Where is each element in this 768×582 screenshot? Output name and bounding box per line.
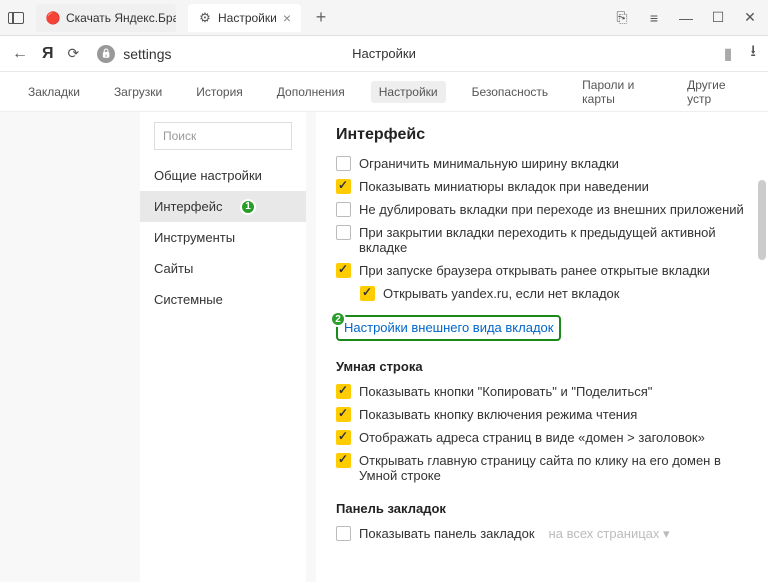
settings-favicon: [198, 11, 212, 25]
option-row: Ограничить минимальную ширину вкладки: [336, 156, 748, 171]
option-label: Ограничить минимальную ширину вкладки: [359, 156, 619, 171]
new-tab-button[interactable]: +: [309, 6, 333, 30]
option-row: Отображать адреса страниц в виде «домен …: [336, 430, 748, 445]
subsection-title: Умная строка: [336, 359, 748, 374]
tab-appearance-link[interactable]: Настройки внешнего вида вкладок: [344, 320, 553, 335]
tab-1[interactable]: 🔴 Скачать Яндекс.Браузер д: [36, 4, 176, 32]
subnav-bookmarks[interactable]: Закладки: [20, 81, 88, 103]
downloads-button[interactable]: ⭳: [750, 40, 756, 67]
option-row: Не дублировать вкладки при переходе из в…: [336, 202, 748, 217]
sidebar-item-tools[interactable]: Инструменты: [140, 222, 306, 253]
sidebar-item-sites[interactable]: Сайты: [140, 253, 306, 284]
window-close-button[interactable]: ✕: [740, 8, 760, 28]
option-row: Открывать yandex.ru, если нет вкладок: [360, 286, 748, 301]
section-title: Интерфейс: [336, 126, 748, 144]
bookmark-icon[interactable]: ▮: [724, 44, 733, 64]
checkbox[interactable]: [336, 179, 351, 194]
page-title: Настройки: [352, 46, 416, 61]
url-text: settings: [123, 46, 171, 62]
option-row: Показывать панель закладок на всех стран…: [336, 526, 748, 542]
checkbox[interactable]: [336, 263, 351, 278]
sidebar-item-system[interactable]: Системные: [140, 284, 306, 315]
window-minimize-button[interactable]: —: [676, 8, 696, 28]
scrollbar-thumb[interactable]: [758, 180, 766, 260]
url-input[interactable]: settings Настройки ▮: [93, 44, 736, 64]
option-label: Не дублировать вкладки при переходе из в…: [359, 202, 744, 217]
settings-sidebar: Поиск Общие настройки Интерфейс 1 Инстру…: [140, 112, 306, 582]
reload-button[interactable]: ⟳: [68, 45, 80, 62]
checkbox[interactable]: [336, 156, 351, 171]
option-row: При запуске браузера открывать ранее отк…: [336, 263, 748, 278]
option-label: При запуске браузера открывать ранее отк…: [359, 263, 710, 278]
tab-label: Настройки: [218, 11, 277, 25]
subnav-extensions[interactable]: Дополнения: [269, 81, 353, 103]
checkbox[interactable]: [336, 225, 351, 240]
sidebar-item-label: Интерфейс: [154, 199, 222, 214]
yandex-home-button[interactable]: Я: [42, 45, 54, 63]
annotation-badge-2: 2: [330, 311, 346, 327]
option-row: При закрытии вкладки переходить к предыд…: [336, 225, 748, 255]
option-label: Открывать главную страницу сайта по клик…: [359, 453, 748, 483]
lock-icon: [97, 45, 115, 63]
option-row: Показывать кнопку включения режима чтени…: [336, 407, 748, 422]
checkbox[interactable]: [360, 286, 375, 301]
subnav-other[interactable]: Другие устр: [679, 74, 748, 110]
option-row: Показывать миниатюры вкладок при наведен…: [336, 179, 748, 194]
option-label: Открывать yandex.ru, если нет вкладок: [383, 286, 619, 301]
back-button[interactable]: ←: [12, 45, 28, 63]
highlighted-link: 2 Настройки внешнего вида вкладок: [336, 315, 561, 341]
disabled-dropdown: на всех страницах ▾: [549, 526, 670, 542]
yandex-favicon: 🔴: [46, 11, 60, 25]
option-label: При закрытии вкладки переходить к предыд…: [359, 225, 748, 255]
checkbox[interactable]: [336, 384, 351, 399]
address-bar: ← Я ⟳ settings Настройки ▮ ⭳: [0, 36, 768, 72]
subnav-security[interactable]: Безопасность: [464, 81, 557, 103]
checkbox[interactable]: [336, 202, 351, 217]
option-row: Открывать главную страницу сайта по клик…: [336, 453, 748, 483]
panel-toggle-icon[interactable]: [8, 12, 24, 24]
subnav-downloads[interactable]: Загрузки: [106, 81, 170, 103]
checkbox[interactable]: [336, 430, 351, 445]
settings-main: Интерфейс Ограничить минимальную ширину …: [316, 112, 768, 582]
subnav-passwords[interactable]: Пароли и карты: [574, 74, 661, 110]
option-label: Показывать кнопку включения режима чтени…: [359, 407, 637, 422]
window-maximize-button[interactable]: ☐: [708, 8, 728, 28]
option-label: Показывать миниатюры вкладок при наведен…: [359, 179, 649, 194]
titlebar: 🔴 Скачать Яндекс.Браузер д Настройки × +…: [0, 0, 768, 36]
option-row: Показывать кнопки "Копировать" и "Подели…: [336, 384, 748, 399]
annotation-badge-1: 1: [240, 199, 256, 215]
settings-subnav: Закладки Загрузки История Дополнения Нас…: [0, 72, 768, 112]
subsection-title: Панель закладок: [336, 501, 748, 516]
checkbox[interactable]: [336, 407, 351, 422]
checkbox[interactable]: [336, 453, 351, 468]
subnav-history[interactable]: История: [188, 81, 251, 103]
menu-icon[interactable]: ≡: [644, 8, 664, 28]
tab-label: Скачать Яндекс.Браузер д: [66, 11, 176, 25]
sidebar-item-general[interactable]: Общие настройки: [140, 160, 306, 191]
reader-icon[interactable]: ⎘: [612, 8, 632, 28]
subnav-settings[interactable]: Настройки: [371, 81, 446, 103]
checkbox[interactable]: [336, 526, 351, 541]
settings-search-input[interactable]: Поиск: [154, 122, 292, 150]
sidebar-item-interface[interactable]: Интерфейс 1: [140, 191, 306, 222]
option-label: Показывать панель закладок: [359, 526, 535, 541]
content-area: Поиск Общие настройки Интерфейс 1 Инстру…: [0, 112, 768, 582]
option-label: Отображать адреса страниц в виде «домен …: [359, 430, 705, 445]
close-tab-icon[interactable]: ×: [283, 10, 291, 26]
option-label: Показывать кнопки "Копировать" и "Подели…: [359, 384, 652, 399]
tab-2[interactable]: Настройки ×: [188, 4, 301, 32]
